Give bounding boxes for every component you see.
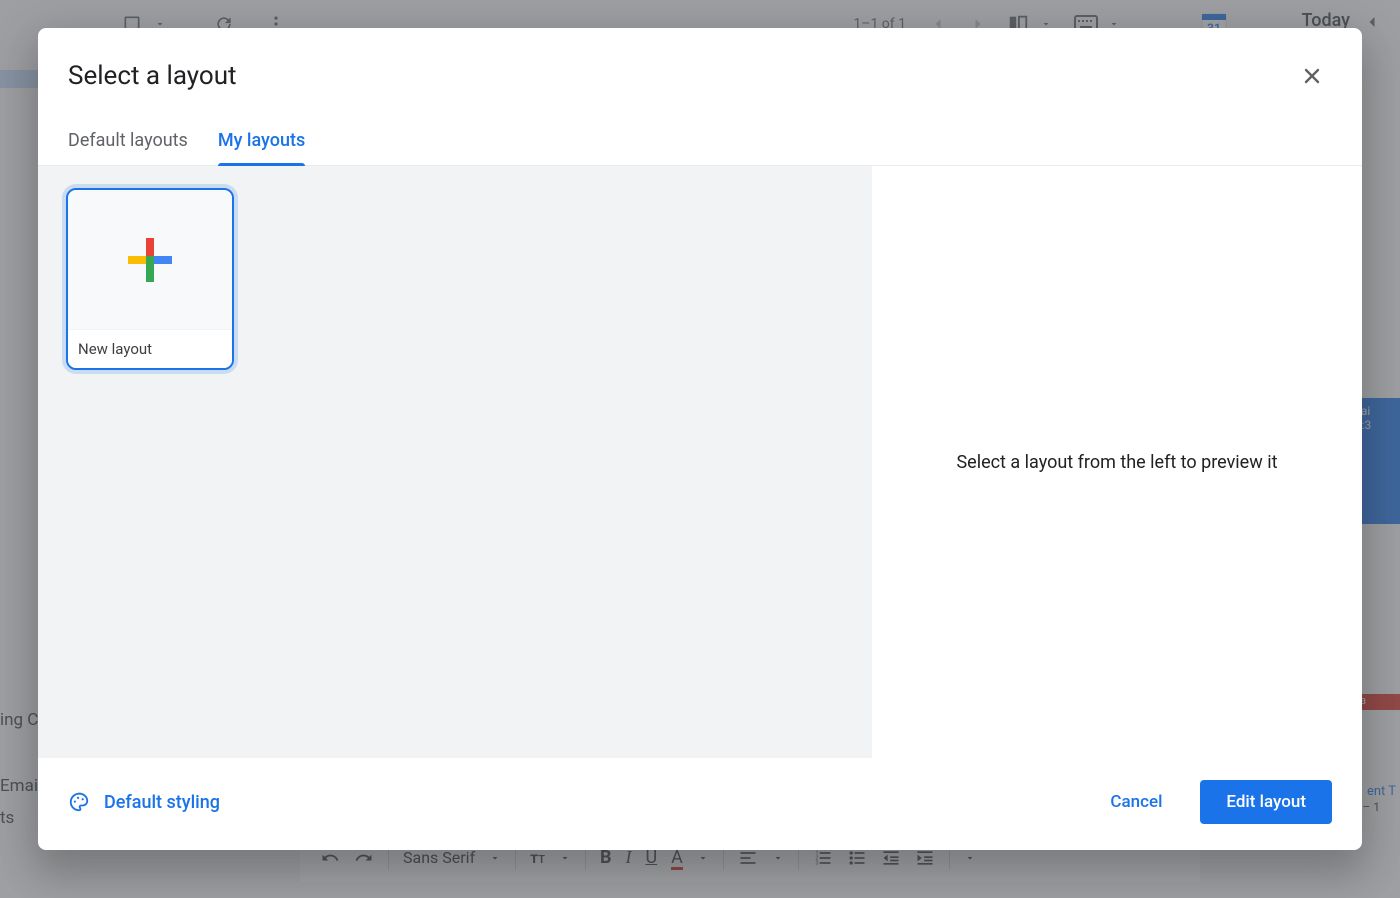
tab-default-layouts[interactable]: Default layouts xyxy=(68,120,188,165)
modal-body: New layout Select a layout from the left… xyxy=(38,166,1362,758)
modal-footer: Default styling Cancel Edit layout xyxy=(38,758,1362,850)
palette-icon xyxy=(68,791,90,813)
close-button[interactable] xyxy=(1292,56,1332,96)
edit-layout-button[interactable]: Edit layout xyxy=(1200,780,1332,824)
new-layout-label: New layout xyxy=(68,329,232,368)
layouts-grid: New layout xyxy=(38,166,872,758)
new-layout-card[interactable]: New layout xyxy=(66,188,234,370)
preview-pane: Select a layout from the left to preview… xyxy=(872,166,1362,758)
modal-header: Select a layout xyxy=(38,28,1362,96)
default-styling-label: Default styling xyxy=(104,792,220,813)
new-layout-thumb xyxy=(68,190,232,329)
modal-title: Select a layout xyxy=(68,61,1292,91)
close-icon xyxy=(1300,64,1324,88)
tabs: Default layouts My layouts xyxy=(38,96,1362,166)
layout-modal: Select a layout Default layouts My layou… xyxy=(38,28,1362,850)
plus-icon xyxy=(124,234,176,286)
tab-my-layouts[interactable]: My layouts xyxy=(218,120,305,165)
cancel-button[interactable]: Cancel xyxy=(1084,780,1188,824)
default-styling-link[interactable]: Default styling xyxy=(68,791,220,813)
preview-message: Select a layout from the left to preview… xyxy=(956,452,1277,473)
